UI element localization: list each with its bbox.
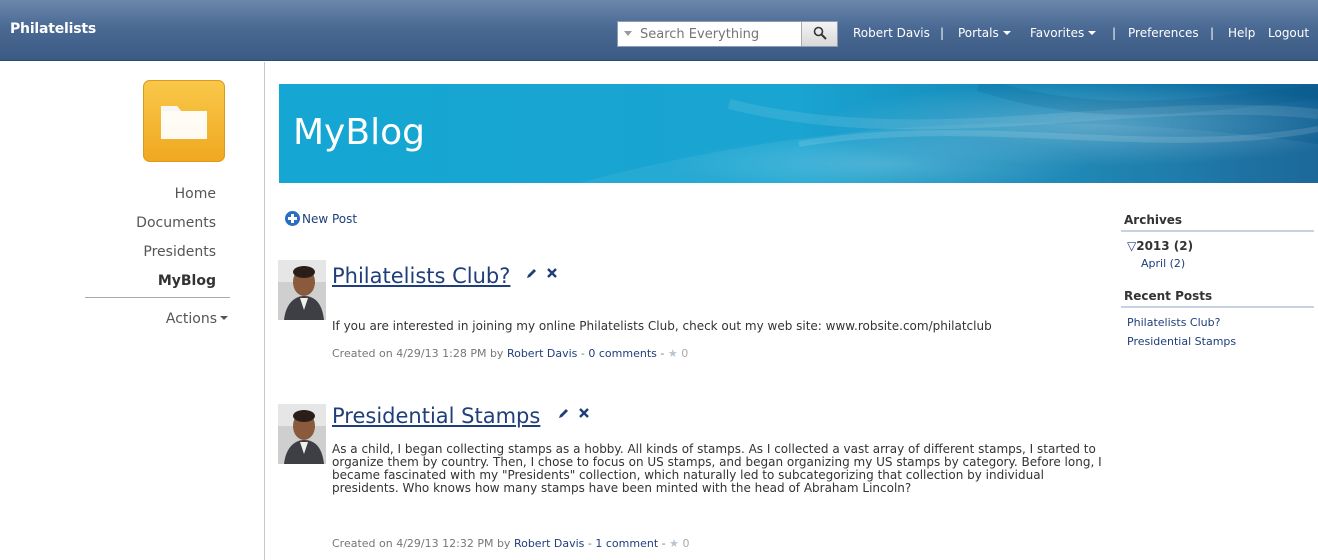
post-meta: Created on 4/29/13 12:32 PM by Robert Da… — [332, 537, 690, 550]
archive-month-link[interactable]: April (2) — [1121, 257, 1314, 270]
chevron-down-icon — [1002, 31, 1011, 35]
search-input[interactable] — [640, 24, 800, 44]
post-meta: Created on 4/29/13 1:28 PM by Robert Dav… — [332, 347, 689, 360]
app-title[interactable]: Philatelists — [10, 21, 96, 37]
blog-post: Philatelists Club? If you are interested… — [278, 260, 1098, 370]
recent-posts-heading: Recent Posts — [1121, 289, 1314, 308]
archive-year-toggle[interactable]: ▽2013 (2) — [1121, 239, 1314, 253]
add-icon — [285, 211, 300, 226]
portals-menu[interactable]: Portals — [958, 26, 1011, 40]
avatar[interactable] — [278, 260, 326, 320]
recent-post-link[interactable]: Philatelists Club? — [1121, 316, 1314, 329]
top-bar: Philatelists Robert Davis | Portals Favo… — [0, 0, 1318, 61]
blog-post: Presidential Stamps As a child, I began … — [278, 404, 1102, 560]
rating-count: 0 — [681, 347, 689, 360]
post-title-link[interactable]: Presidential Stamps — [332, 404, 540, 428]
edit-icon[interactable] — [558, 407, 570, 419]
archives-heading: Archives — [1121, 213, 1314, 232]
comments-link[interactable]: 1 comment — [595, 537, 658, 550]
post-body: As a child, I began collecting stamps as… — [332, 442, 1102, 495]
help-link[interactable]: Help — [1228, 26, 1255, 40]
nav-item-presidents[interactable]: Presidents — [143, 244, 216, 260]
author-link[interactable]: Robert Davis — [514, 537, 584, 550]
user-link[interactable]: Robert Davis — [853, 26, 930, 40]
post-actions — [558, 406, 590, 422]
left-navigation: Home Documents Presidents MyBlog Actions — [0, 62, 265, 560]
banner-wave-decoration — [579, 84, 1318, 183]
nav-item-documents[interactable]: Documents — [136, 215, 216, 231]
preferences-link[interactable]: Preferences — [1128, 26, 1199, 40]
actions-menu[interactable]: Actions — [166, 311, 228, 327]
post-actions — [526, 266, 558, 282]
space-logo[interactable] — [143, 80, 225, 162]
page-title: MyBlog — [293, 112, 425, 153]
logout-link[interactable]: Logout — [1268, 26, 1309, 40]
favorites-menu[interactable]: Favorites — [1030, 26, 1097, 40]
blog-sidebar: Archives ▽2013 (2) April (2) Recent Post… — [1121, 213, 1314, 348]
star-icon[interactable]: ★ — [668, 347, 678, 360]
nav-item-myblog[interactable]: MyBlog — [158, 273, 216, 289]
chevron-down-icon — [1088, 31, 1097, 35]
star-icon[interactable]: ★ — [669, 537, 679, 550]
search-button[interactable] — [801, 22, 837, 46]
edit-icon[interactable] — [526, 267, 538, 279]
new-post-button[interactable]: New Post — [285, 211, 357, 226]
recent-post-link[interactable]: Presidential Stamps — [1121, 335, 1314, 348]
nav-item-home[interactable]: Home — [175, 186, 216, 202]
delete-icon[interactable] — [546, 267, 558, 279]
post-body: If you are interested in joining my onli… — [332, 319, 992, 333]
search-box — [617, 21, 838, 47]
page-banner: MyBlog — [279, 84, 1318, 183]
nav-separator: | — [940, 26, 945, 40]
rating-count: 0 — [682, 537, 690, 550]
avatar[interactable] — [278, 404, 326, 464]
nav-divider — [85, 297, 230, 298]
search-icon — [813, 26, 827, 40]
post-title-link[interactable]: Philatelists Club? — [332, 264, 510, 288]
nav-separator: | — [1210, 26, 1215, 40]
chevron-down-icon — [220, 316, 228, 320]
nav-separator: | — [1112, 26, 1117, 40]
comments-link[interactable]: 0 comments — [588, 347, 657, 360]
search-scope-dropdown-icon[interactable] — [624, 31, 632, 36]
folder-icon — [161, 106, 207, 139]
delete-icon[interactable] — [578, 407, 590, 419]
author-link[interactable]: Robert Davis — [507, 347, 577, 360]
expand-triangle-icon: ▽ — [1127, 239, 1137, 253]
